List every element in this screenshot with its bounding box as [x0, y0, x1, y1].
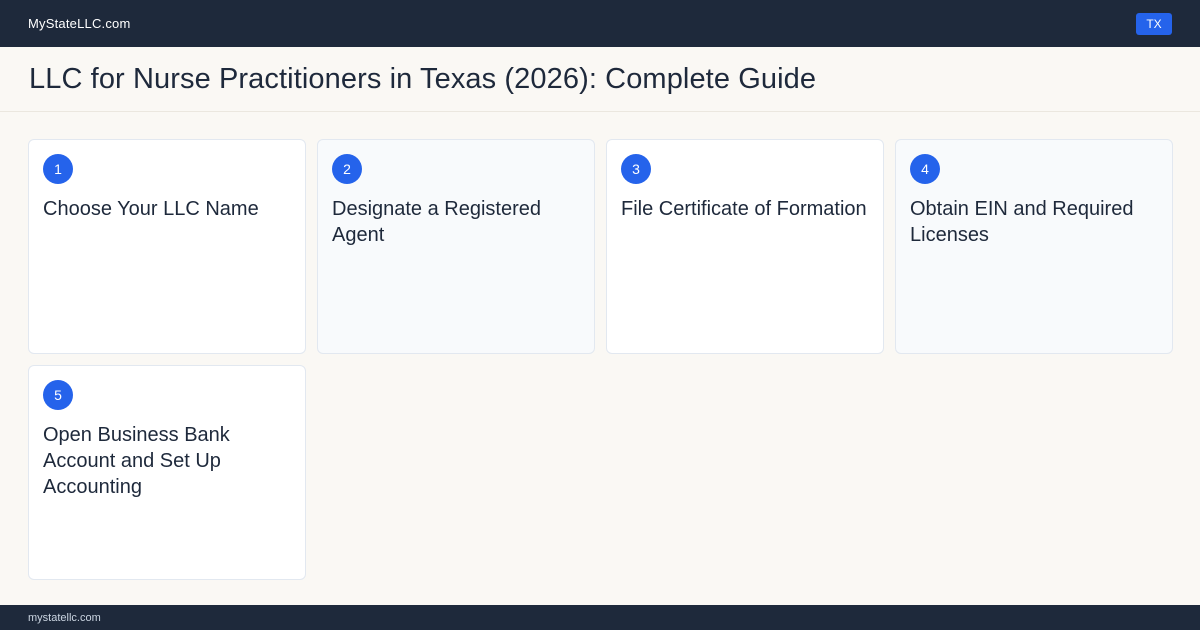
step-number-badge: 2 — [332, 154, 362, 184]
step-card-3[interactable]: 3 File Certificate of Formation — [606, 139, 884, 354]
step-number-badge: 4 — [910, 154, 940, 184]
steps-grid: 1 Choose Your LLC Name 2 Designate a Reg… — [28, 139, 1173, 580]
page-title: LLC for Nurse Practitioners in Texas (20… — [29, 62, 817, 95]
top-navbar: MyStateLLC.com TX — [0, 0, 1200, 47]
step-card-2[interactable]: 2 Designate a Registered Agent — [317, 139, 595, 354]
footer-bar: mystatellc.com — [0, 605, 1200, 630]
step-title: Choose Your LLC Name — [43, 198, 259, 220]
state-badge[interactable]: TX — [1136, 12, 1172, 35]
step-title: Designate a Registered Agent — [332, 198, 542, 246]
step-number-badge: 5 — [43, 380, 73, 410]
step-number-badge: 1 — [43, 154, 73, 184]
step-card-5[interactable]: 5 Open Business Bank Account and Set Up … — [28, 365, 306, 580]
title-band: LLC for Nurse Practitioners in Texas (20… — [0, 47, 1200, 112]
step-title: Obtain EIN and Required Licenses — [910, 198, 1134, 246]
step-card-4[interactable]: 4 Obtain EIN and Required Licenses — [895, 139, 1173, 354]
step-title: File Certificate of Formation — [621, 198, 867, 220]
footer-domain-link[interactable]: mystatellc.com — [28, 612, 101, 624]
step-card-1[interactable]: 1 Choose Your LLC Name — [28, 139, 306, 354]
step-title: Open Business Bank Account and Set Up Ac… — [43, 424, 230, 498]
site-brand-link[interactable]: MyStateLLC.com — [28, 16, 131, 31]
step-number-badge: 3 — [621, 154, 651, 184]
